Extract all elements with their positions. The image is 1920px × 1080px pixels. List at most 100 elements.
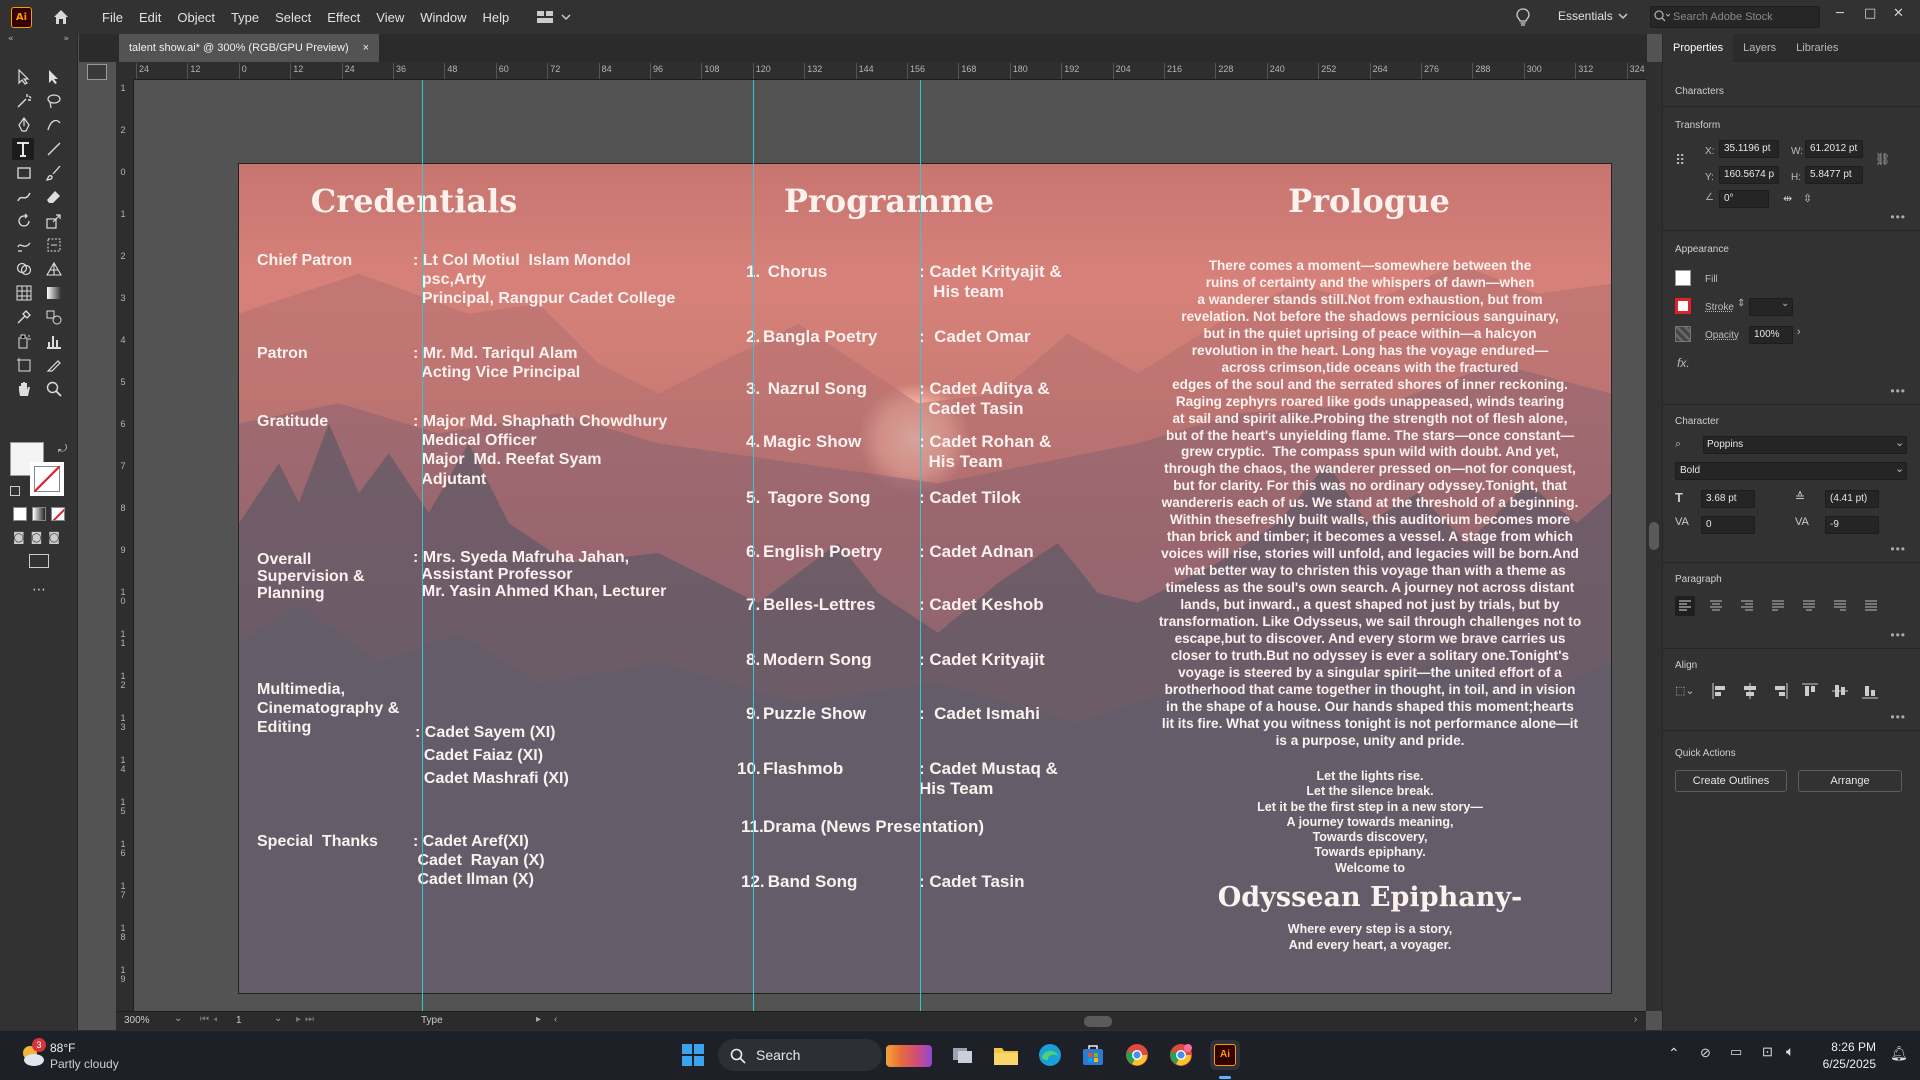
align-left-icon[interactable]	[1675, 596, 1695, 616]
none-mode-icon[interactable]	[51, 507, 65, 521]
menu-window[interactable]: Window	[412, 10, 474, 25]
notification-bell-icon[interactable]: 🔔︎	[1890, 1045, 1908, 1062]
horizontal-ruler[interactable]: 24 12 0 12 24 36 48 60 72 84 96 108 120 132 144 156 168 1…	[134, 62, 1646, 80]
file-explorer-icon[interactable]	[991, 1040, 1021, 1070]
scroll-right-icon[interactable]: ›	[1634, 1014, 1637, 1025]
more-options-icon[interactable]: •••	[1890, 710, 1906, 724]
slice-tool-icon[interactable]	[43, 354, 65, 376]
reference-point-icon[interactable]: ⠿	[1675, 152, 1685, 169]
rotate-tool-icon[interactable]	[13, 210, 35, 232]
more-options-icon[interactable]: •••	[1890, 210, 1906, 224]
paintbrush-tool-icon[interactable]	[43, 162, 65, 184]
ruler-origin[interactable]	[116, 62, 134, 80]
lasso-tool-icon[interactable]	[43, 90, 65, 112]
menu-type[interactable]: Type	[223, 10, 267, 25]
artboard[interactable]: Credentials Chief Patron : Lt Col Motiul…	[238, 163, 1612, 994]
align-left-edge-icon[interactable]	[1711, 682, 1729, 700]
vertical-guide[interactable]	[753, 80, 754, 1015]
collapse-icon[interactable]: «	[8, 34, 14, 48]
chevron-down-icon[interactable]: ⌄	[1781, 298, 1789, 309]
align-vertical-center-icon[interactable]	[1831, 682, 1849, 700]
next-last-artboard-icon[interactable]: ▸⏭	[296, 1014, 318, 1025]
stroke-color-swatch[interactable]	[1675, 298, 1691, 314]
first-prev-artboard-icon[interactable]: ⏮◂	[200, 1014, 222, 1025]
perspective-grid-tool-icon[interactable]	[43, 258, 65, 280]
curvature-tool-icon[interactable]	[43, 114, 65, 136]
home-icon[interactable]	[50, 6, 72, 28]
battery-icon[interactable]: ▭	[1730, 1044, 1742, 1060]
gradient-mode-icon[interactable]	[32, 507, 46, 521]
arrange-documents-button[interactable]	[537, 10, 571, 24]
play-icon[interactable]: ▸	[536, 1014, 541, 1025]
color-mode-icon[interactable]	[13, 507, 27, 521]
more-options-icon[interactable]: •••	[1890, 628, 1906, 642]
vertical-ruler[interactable]: 1 2 0 1 2 3 4 5 6 7 8 9 1 0 1 1 1 2 1 3 1 4 1 5 1 6 1 7 1 8 1…	[116, 80, 134, 1015]
chevron-right-icon[interactable]: ›	[1797, 326, 1801, 338]
justify-all-icon[interactable]	[1861, 596, 1881, 621]
horizontal-scroll-thumb[interactable]	[1084, 1016, 1112, 1027]
draw-mode-icons[interactable]: ◙◙◙	[13, 530, 66, 544]
lightbulb-icon[interactable]	[1516, 8, 1530, 26]
justify-center-icon[interactable]	[1799, 596, 1819, 621]
volume-icon[interactable]: 🔈︎	[1786, 1043, 1794, 1060]
more-options-icon[interactable]: •••	[1890, 542, 1906, 556]
fill-color-swatch[interactable]	[1675, 270, 1691, 286]
default-fill-stroke-icon[interactable]	[10, 486, 20, 496]
shape-builder-tool-icon[interactable]	[13, 258, 35, 280]
stepper-icon[interactable]: ⇕	[1737, 298, 1745, 309]
menu-select[interactable]: Select	[267, 10, 319, 25]
chevron-down-icon[interactable]: ⌄	[1895, 462, 1904, 475]
align-top-edge-icon[interactable]	[1801, 682, 1819, 700]
microsoft-store-icon[interactable]	[1078, 1040, 1108, 1070]
justify-left-icon[interactable]	[1768, 596, 1788, 621]
chevron-up-icon[interactable]: ⌃	[1668, 1045, 1680, 1062]
windows-start-icon[interactable]	[678, 1040, 708, 1070]
y-position-field[interactable]: 160.5674 p	[1719, 166, 1779, 184]
chevron-down-icon[interactable]: ⌄	[1895, 436, 1904, 449]
artboard-number[interactable]: 1	[236, 1015, 242, 1026]
tracking-field[interactable]: -9	[1825, 516, 1879, 534]
justify-right-icon[interactable]	[1830, 596, 1850, 621]
chrome-icon[interactable]	[1122, 1040, 1152, 1070]
menu-help[interactable]: Help	[474, 10, 517, 25]
font-search-icon[interactable]: ⌕	[1675, 438, 1681, 451]
eyedropper-tool-icon[interactable]	[13, 306, 35, 328]
rectangle-tool-icon[interactable]	[13, 162, 35, 184]
type-tool-icon[interactable]	[12, 138, 34, 160]
fill-stroke-swatches[interactable]: ⤾	[10, 442, 67, 498]
create-outlines-button[interactable]: Create Outlines	[1675, 770, 1787, 792]
menu-view[interactable]: View	[368, 10, 412, 25]
zoom-tool-icon[interactable]	[43, 378, 65, 400]
vertical-guide[interactable]	[422, 80, 423, 1015]
mesh-tool-icon[interactable]	[13, 282, 35, 304]
warp-tool-icon[interactable]	[13, 234, 35, 256]
prologue-text[interactable]: There comes a moment—somewhere between t…	[1139, 258, 1601, 750]
stock-search-input[interactable]: Search Adobe Stock	[1650, 6, 1820, 28]
tab-properties[interactable]: Properties	[1663, 33, 1734, 62]
task-view-icon[interactable]	[948, 1040, 978, 1070]
font-style-field[interactable]: Bold	[1675, 462, 1907, 480]
panel-toggle-icon[interactable]	[87, 64, 107, 80]
leading-field[interactable]: (4.41 pt)	[1825, 490, 1879, 508]
opacity-label[interactable]: Opacity	[1705, 330, 1739, 341]
flip-horizontal-icon[interactable]: ⇹	[1783, 192, 1792, 205]
opacity-field[interactable]: 100%	[1749, 326, 1793, 344]
weather-temperature[interactable]: 88°F	[50, 1041, 75, 1055]
search-highlight-icon[interactable]	[886, 1045, 932, 1067]
x-position-field[interactable]: 35.1196 pt	[1719, 140, 1779, 158]
align-center-icon[interactable]	[1706, 596, 1726, 621]
width-field[interactable]: 61.2012 pt	[1805, 140, 1863, 158]
align-right-edge-icon[interactable]	[1771, 682, 1789, 700]
blend-tool-icon[interactable]	[43, 306, 65, 328]
column-graph-tool-icon[interactable]	[43, 330, 65, 352]
edge-browser-icon[interactable]	[1035, 1040, 1065, 1070]
artboard-tool-icon[interactable]	[13, 354, 35, 376]
menu-object[interactable]: Object	[169, 10, 223, 25]
line-tool-icon[interactable]	[43, 138, 65, 160]
close-tab-icon[interactable]: ×	[363, 42, 369, 54]
align-right-icon[interactable]	[1737, 596, 1757, 621]
rotation-field[interactable]: 0°	[1719, 190, 1769, 208]
direct-selection-tool-icon[interactable]	[43, 66, 65, 88]
more-options-icon[interactable]: •••	[1890, 384, 1906, 398]
network-off-icon[interactable]: ⊘	[1700, 1045, 1711, 1061]
